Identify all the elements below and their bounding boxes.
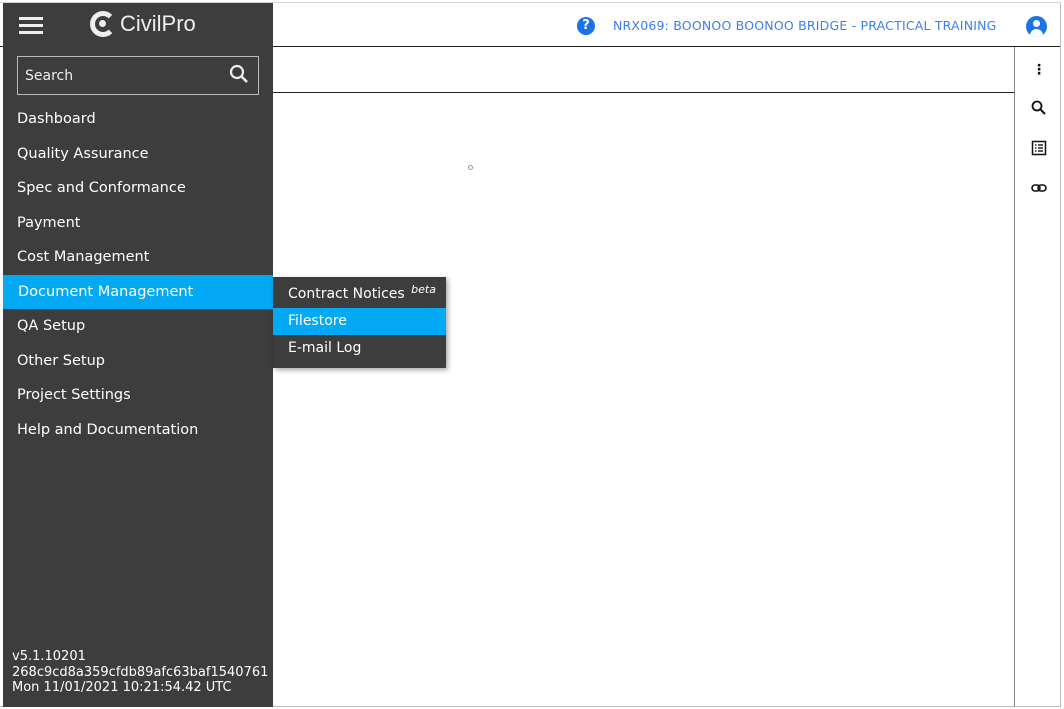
sidebar-item-project-settings[interactable]: Project Settings — [3, 378, 273, 413]
hamburger-menu-icon[interactable] — [19, 17, 43, 35]
beta-badge: beta — [411, 283, 436, 296]
sidebar-item-payment[interactable]: Payment — [3, 206, 273, 241]
list-icon[interactable] — [1030, 139, 1048, 157]
search-placeholder: Search — [25, 68, 73, 84]
version-number: v5.1.10201 — [12, 649, 282, 665]
sidebar-nav: Dashboard Quality Assurance Spec and Con… — [3, 102, 273, 447]
loading-spinner-icon — [468, 165, 473, 170]
version-info: v5.1.10201 268c9cd8a359cfdb89afc63baf154… — [12, 649, 282, 696]
submenu-item-contract-notices[interactable]: Contract Notices beta — [273, 281, 446, 308]
submenu-item-email-log[interactable]: E-mail Log — [273, 335, 446, 362]
right-toolbar: ⋮ — [1014, 47, 1060, 707]
sidebar-item-qa-setup[interactable]: QA Setup — [3, 309, 273, 344]
search-icon[interactable] — [229, 64, 249, 86]
sidebar-item-other-setup[interactable]: Other Setup — [3, 344, 273, 379]
document-management-submenu: Contract Notices beta Filestore E-mail L… — [273, 277, 446, 368]
sub-toolbar — [273, 47, 1014, 93]
search-input[interactable]: Search — [17, 56, 259, 95]
sidebar-item-quality-assurance[interactable]: Quality Assurance — [3, 137, 273, 172]
sidebar: CivilPro Search Dashboard Quality Assura… — [3, 3, 273, 707]
sidebar-item-help-and-documentation[interactable]: Help and Documentation — [3, 413, 273, 448]
sidebar-item-dashboard[interactable]: Dashboard — [3, 102, 273, 137]
logo-icon — [90, 11, 116, 37]
submenu-item-label: Contract Notices — [288, 286, 405, 302]
commit-hash: 268c9cd8a359cfdb89afc63baf1540761 — [12, 665, 282, 681]
project-title[interactable]: NRX069: BOONOO BOONOO BRIDGE - PRACTICAL… — [613, 18, 997, 33]
civilpro-logo[interactable]: CivilPro — [90, 11, 196, 37]
sidebar-item-spec-and-conformance[interactable]: Spec and Conformance — [3, 171, 273, 206]
build-timestamp: Mon 11/01/2021 10:21:54.42 UTC — [12, 680, 282, 696]
search-icon[interactable] — [1030, 99, 1048, 117]
submenu-item-filestore[interactable]: Filestore — [273, 308, 446, 335]
logo-text: CivilPro — [120, 11, 196, 37]
link-icon[interactable] — [1030, 179, 1048, 197]
help-icon[interactable]: ? — [577, 17, 595, 35]
more-options-icon[interactable]: ⋮ — [1030, 61, 1048, 79]
user-account-icon[interactable] — [1026, 16, 1047, 37]
sidebar-item-document-management[interactable]: Document Management — [3, 275, 273, 310]
sidebar-item-cost-management[interactable]: Cost Management — [3, 240, 273, 275]
